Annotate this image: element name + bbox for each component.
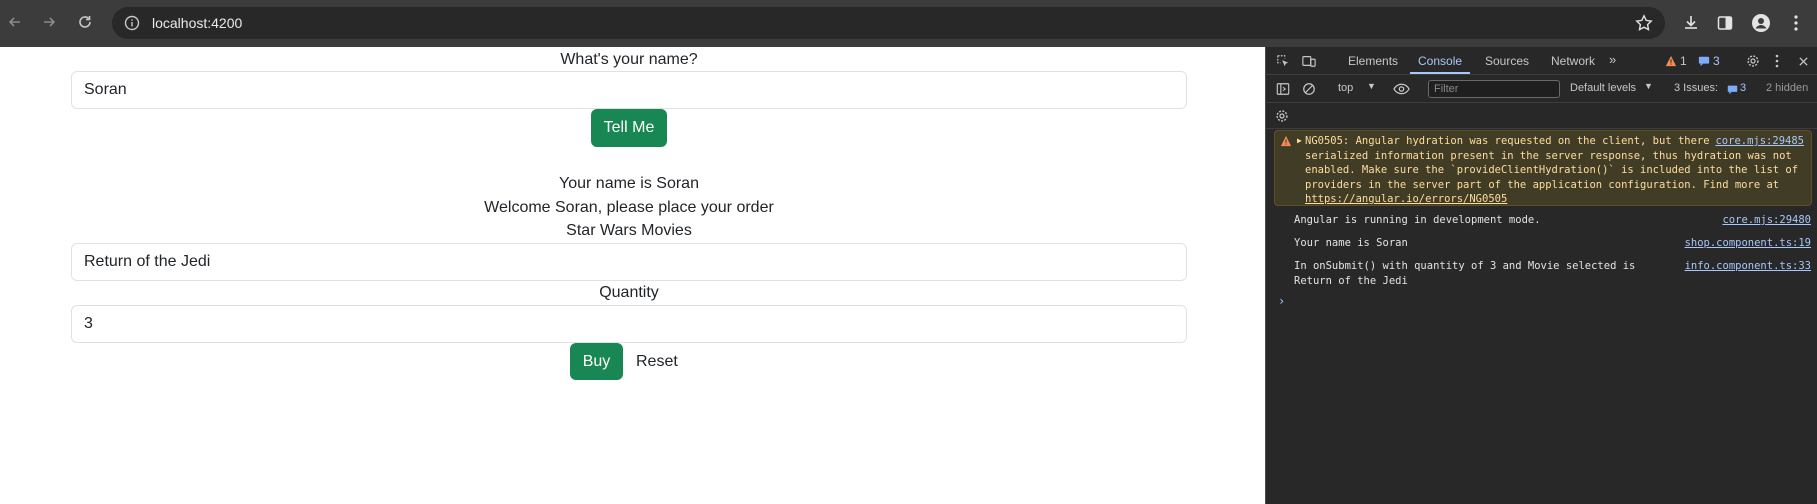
context-selector[interactable]: top <box>1338 82 1353 94</box>
inspect-icon[interactable] <box>1275 53 1291 69</box>
tab-elements[interactable]: Elements <box>1348 54 1398 68</box>
name-prompt-label: What's your name? <box>560 51 698 68</box>
devtools-tab-bar: Elements Console Sources Network » 1 3 <box>1266 47 1817 75</box>
profile-icon[interactable] <box>1750 12 1772 34</box>
star-icon[interactable] <box>1635 14 1653 32</box>
log-text: Your name is Soran <box>1294 237 1408 249</box>
settings-icon[interactable] <box>1744 52 1762 70</box>
tell-me-button[interactable]: Tell Me <box>591 109 667 147</box>
issues-message-icon[interactable] <box>1726 83 1738 95</box>
sidebar-toggle-icon[interactable] <box>1275 81 1291 97</box>
welcome-text: Welcome Soran, please place your order <box>484 199 774 216</box>
console-log-message: In onSubmit() with quantity of 3 and Mov… <box>1266 259 1817 291</box>
warning-source-link[interactable]: core.mjs:29485 <box>1711 134 1804 149</box>
log-source-link[interactable]: info.component.ts:33 <box>1685 259 1811 274</box>
url-text: localhost:4200 <box>152 15 243 31</box>
tab-console[interactable]: Console <box>1418 54 1462 68</box>
issues-count: 3 <box>1740 82 1747 94</box>
tab-sources[interactable]: Sources <box>1485 54 1529 68</box>
back-icon[interactable] <box>3 10 27 34</box>
log-text: In onSubmit() with quantity of 3 and Mov… <box>1294 260 1636 272</box>
log-source-link[interactable]: core.mjs:29480 <box>1722 213 1811 228</box>
clear-console-icon[interactable] <box>1301 81 1317 97</box>
expand-triangle-icon[interactable]: ▶ <box>1297 134 1302 149</box>
browser-toolbar: localhost:4200 <box>0 0 1817 47</box>
warning-icon[interactable] <box>1664 54 1678 68</box>
console-prompt-icon[interactable]: › <box>1278 294 1285 308</box>
console-settings-icon[interactable] <box>1274 108 1290 124</box>
tab-network[interactable]: Network <box>1551 54 1595 68</box>
download-icon[interactable] <box>1680 12 1702 34</box>
name-input[interactable]: Soran <box>71 71 1187 109</box>
menu-icon[interactable] <box>1785 12 1807 34</box>
movies-label: Star Wars Movies <box>566 222 692 239</box>
eye-icon[interactable] <box>1392 81 1410 97</box>
warning-count: 1 <box>1680 54 1687 68</box>
reload-icon[interactable] <box>73 10 97 34</box>
more-options-icon[interactable] <box>1771 52 1783 70</box>
more-tabs-icon[interactable]: » <box>1609 52 1616 67</box>
forward-icon[interactable] <box>37 10 61 34</box>
message-icon[interactable] <box>1697 54 1711 68</box>
info-icon[interactable] <box>124 15 140 31</box>
context-dropdown-icon[interactable]: ▼ <box>1367 81 1376 91</box>
quantity-label: Quantity <box>599 284 659 301</box>
console-filter-bar: top ▼ Filter Default levels ▼ 3 Issues: … <box>1266 75 1817 103</box>
buy-button[interactable]: Buy <box>570 343 623 380</box>
log-text-continuation: Return of the Jedi <box>1294 274 1408 287</box>
log-text: Angular is running in development mode. <box>1294 214 1541 226</box>
message-count: 3 <box>1713 54 1720 68</box>
reset-button[interactable]: Reset <box>636 343 678 380</box>
address-bar[interactable]: localhost:4200 <box>112 7 1665 39</box>
movie-select[interactable]: Return of the Jedi <box>71 243 1187 281</box>
hidden-count: 2 hidden <box>1766 82 1809 94</box>
device-toolbar-icon[interactable] <box>1301 53 1317 69</box>
page-content: What's your name? Soran Tell Me Your nam… <box>0 47 1265 504</box>
log-source-link[interactable]: shop.component.ts:19 <box>1685 236 1811 251</box>
log-levels-dropdown[interactable]: Default levels <box>1570 82 1636 94</box>
warning-docs-link[interactable]: https://angular.io/errors/NG0505 <box>1305 193 1507 205</box>
quantity-input[interactable]: 3 <box>71 305 1187 343</box>
levels-dropdown-icon[interactable]: ▼ <box>1644 81 1653 91</box>
close-icon[interactable] <box>1795 53 1811 69</box>
devtools-panel: Elements Console Sources Network » 1 3 t… <box>1265 47 1817 504</box>
warning-icon <box>1280 135 1292 147</box>
side-panel-icon[interactable] <box>1714 12 1736 34</box>
active-tab-indicator <box>1410 72 1470 74</box>
console-settings-row <box>1266 103 1817 129</box>
your-name-text: Your name is Soran <box>559 175 699 192</box>
console-filter-input[interactable]: Filter <box>1428 80 1560 98</box>
issues-label[interactable]: 3 Issues: <box>1674 82 1718 94</box>
console-warning-message: ▶ NG0505: Angular hydration was requeste… <box>1274 130 1812 206</box>
